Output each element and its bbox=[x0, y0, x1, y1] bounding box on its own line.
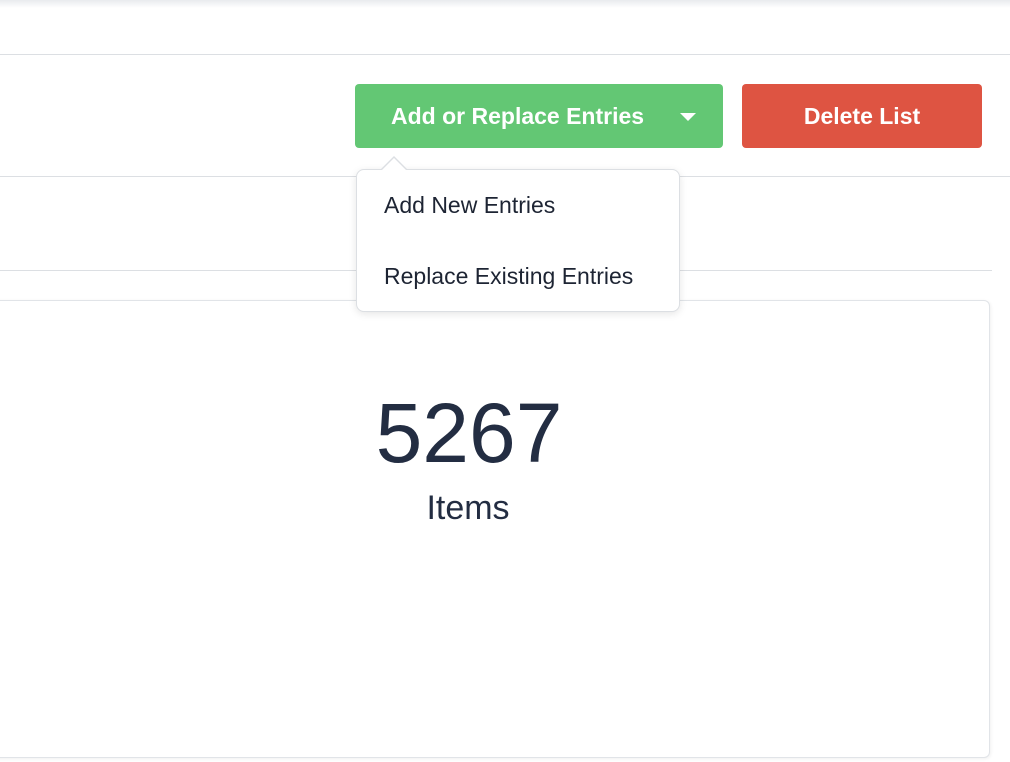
item-count-label: Items bbox=[426, 489, 510, 527]
item-count: 5267 bbox=[375, 386, 563, 480]
add-replace-dropdown-menu: Add New Entries Replace Existing Entries bbox=[356, 169, 680, 312]
add-or-replace-entries-button[interactable]: Add or Replace Entries bbox=[355, 84, 723, 148]
summary-card bbox=[0, 300, 990, 758]
divider-top bbox=[0, 54, 1010, 55]
delete-list-label: Delete List bbox=[803, 102, 921, 129]
top-shadow bbox=[0, 0, 1010, 8]
menu-item-replace-existing-entries[interactable]: Replace Existing Entries bbox=[384, 263, 633, 290]
caret-down-icon bbox=[680, 113, 696, 121]
add-or-replace-entries-label: Add or Replace Entries bbox=[391, 102, 645, 129]
dropdown-pointer-fill bbox=[382, 158, 406, 170]
delete-list-button[interactable]: Delete List bbox=[742, 84, 982, 148]
list-page: Add or Replace Entries Delete List 5267 … bbox=[0, 0, 1010, 762]
menu-item-add-new-entries[interactable]: Add New Entries bbox=[384, 192, 555, 219]
